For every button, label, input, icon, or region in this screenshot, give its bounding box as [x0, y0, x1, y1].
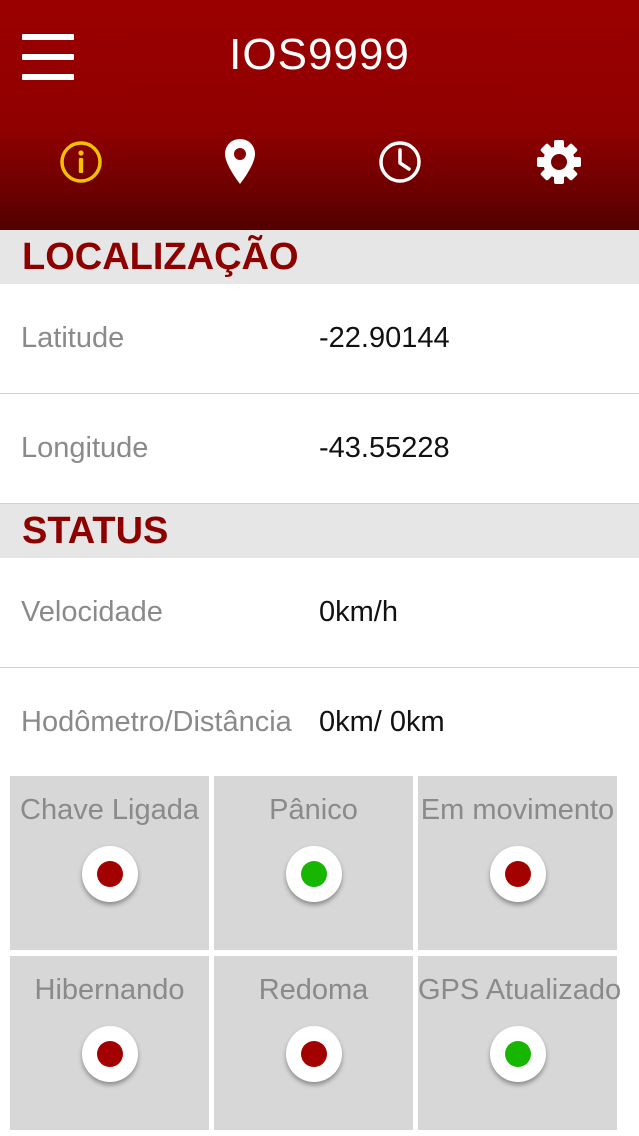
odometer-row: Hodômetro/Distância 0km/ 0km: [0, 668, 639, 778]
tab-info[interactable]: [51, 132, 111, 192]
section-title-location: LOCALIZAÇÃO: [0, 230, 639, 284]
gear-icon: [537, 140, 581, 184]
status-light-icon: [285, 1026, 342, 1082]
tab-history[interactable]: [370, 132, 430, 192]
indicator-label: GPS Atualizado: [418, 974, 622, 1006]
speed-row: Velocidade 0km/h: [0, 558, 639, 668]
latitude-row: Latitude -22.90144: [0, 284, 639, 394]
indicator-label: Redoma: [258, 974, 369, 1006]
page-title: IOS9999: [229, 30, 410, 79]
app-header: IOS9999: [0, 0, 639, 230]
indicator-label: Hibernando: [34, 974, 185, 1006]
odometer-label: Hodômetro/Distância: [21, 706, 292, 738]
indicator-panico: Pânico: [214, 776, 413, 950]
status-light-icon: [489, 1026, 546, 1082]
latitude-value: -22.90144: [319, 322, 450, 354]
longitude-row: Longitude -43.55228: [0, 394, 639, 504]
indicator-em-movimento: Em movimento: [418, 776, 617, 950]
speed-label: Velocidade: [21, 596, 163, 628]
longitude-value: -43.55228: [319, 432, 450, 464]
status-light-icon: [81, 1026, 138, 1082]
indicator-chave-ligada: Chave Ligada: [10, 776, 209, 950]
tab-map[interactable]: [210, 132, 270, 192]
status-indicator-grid: Chave Ligada Pânico Em movimento Hiberna…: [0, 766, 639, 1136]
speed-value: 0km/h: [319, 596, 398, 628]
indicator-hibernando: Hibernando: [10, 956, 209, 1130]
latitude-label: Latitude: [21, 322, 125, 354]
longitude-label: Longitude: [21, 432, 149, 464]
status-light-icon: [489, 846, 546, 902]
tab-settings[interactable]: [529, 132, 589, 192]
section-title-status: STATUS: [0, 504, 639, 558]
indicator-label: Chave Ligada: [20, 794, 199, 826]
status-light-icon: [285, 846, 342, 902]
indicator-redoma: Redoma: [214, 956, 413, 1130]
info-icon: [60, 141, 102, 183]
map-pin-icon: [225, 139, 255, 184]
indicator-gps-atualizado: GPS Atualizado: [418, 956, 622, 1130]
status-light-icon: [81, 846, 138, 902]
indicator-label: Em movimento: [420, 794, 615, 826]
indicator-label: Pânico: [269, 794, 358, 826]
odometer-value: 0km/ 0km: [319, 706, 445, 738]
clock-icon: [379, 141, 421, 183]
